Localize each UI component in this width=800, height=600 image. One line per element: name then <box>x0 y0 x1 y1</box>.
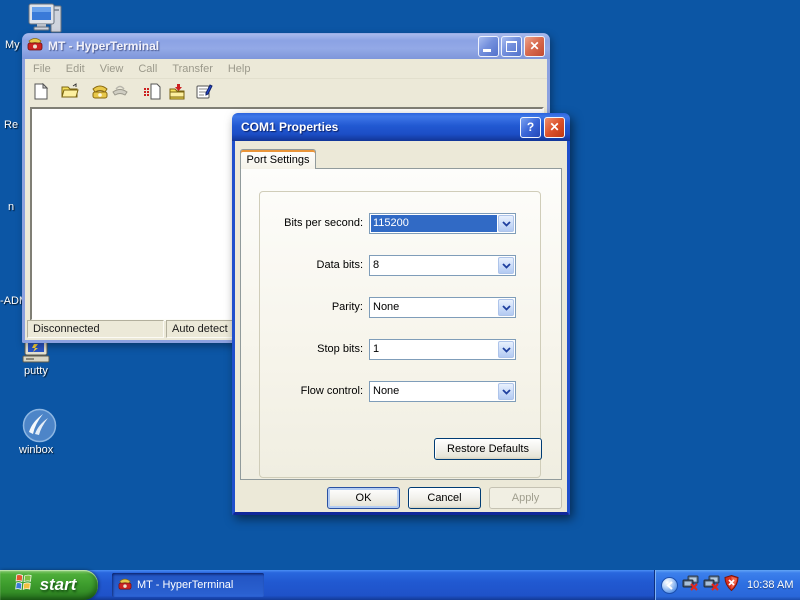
chevron-down-icon[interactable] <box>498 257 514 274</box>
task-button-label: MT - HyperTerminal <box>137 579 234 591</box>
maximize-button[interactable] <box>501 35 522 57</box>
taskbar: start MT - HyperTerminal 10:38 AM <box>0 570 800 600</box>
putty-label[interactable]: putty <box>24 365 48 377</box>
field-row: Flow control: None <box>241 381 561 402</box>
winbox-label[interactable]: winbox <box>19 444 53 456</box>
bits-per-second-select[interactable]: 115200 <box>369 213 516 234</box>
stop-bits-select[interactable]: 1 <box>369 339 516 360</box>
open-folder-icon[interactable] <box>61 83 79 101</box>
minimize-button[interactable] <box>478 35 499 57</box>
chevron-down-icon[interactable] <box>498 341 514 358</box>
field-row: Data bits: 8 <box>241 255 561 276</box>
close-icon: ✕ <box>529 39 540 53</box>
clock: 10:38 AM <box>747 579 794 591</box>
restore-defaults-button[interactable]: Restore Defaults <box>434 438 542 460</box>
flow-control-label: Flow control: <box>300 385 363 397</box>
start-button[interactable]: start <box>0 570 98 600</box>
close-icon: ✕ <box>549 120 560 134</box>
send-text-icon[interactable] <box>143 83 161 101</box>
combo-value: None <box>373 385 400 397</box>
field-row: Stop bits: 1 <box>241 339 561 360</box>
combo-value: 115200 <box>371 215 497 232</box>
maximize-icon <box>506 40 517 52</box>
chevron-left-icon <box>665 580 673 590</box>
system-tray: 10:38 AM <box>654 570 800 600</box>
hyperterminal-titlebar[interactable]: MT - HyperTerminal ✕ <box>22 33 550 59</box>
apply-button: Apply <box>489 487 562 509</box>
new-document-icon[interactable] <box>33 82 51 101</box>
start-label: start <box>39 575 77 594</box>
desktop-icon-label-n[interactable]: n <box>8 201 14 213</box>
windows-flag-icon <box>14 572 35 598</box>
menubar: File Edit View Call Transfer Help <box>25 59 547 79</box>
combo-value: 8 <box>373 259 380 271</box>
help-button[interactable]: ? <box>520 116 541 138</box>
phone-icon <box>27 36 43 56</box>
chevron-down-icon[interactable] <box>498 215 514 232</box>
combo-value: 1 <box>373 343 380 355</box>
status-connection: Disconnected <box>27 320 164 338</box>
tab-port-settings[interactable]: Port Settings <box>240 149 316 169</box>
properties-icon[interactable] <box>195 83 213 101</box>
call-phone-icon[interactable] <box>91 83 109 101</box>
dialog-title: COM1 Properties <box>241 120 339 134</box>
menu-item-transfer[interactable]: Transfer <box>172 63 213 75</box>
network-disconnected-icon[interactable] <box>703 575 720 596</box>
dialog-close-button[interactable]: ✕ <box>544 116 565 138</box>
stop-bits-label: Stop bits: <box>317 343 363 355</box>
bits-per-second-label: Bits per second: <box>284 217 363 229</box>
menu-item-edit[interactable]: Edit <box>66 63 85 75</box>
menu-item-call[interactable]: Call <box>138 63 157 75</box>
settings-groupbox <box>259 191 541 478</box>
cancel-button[interactable]: Cancel <box>408 487 481 509</box>
flow-control-select[interactable]: None <box>369 381 516 402</box>
my-computer-label[interactable]: My <box>5 39 20 51</box>
phone-icon <box>118 577 132 593</box>
desktop-icon-label-re[interactable]: Re <box>4 119 18 131</box>
parity-label: Parity: <box>331 301 363 313</box>
task-button-hyperterminal[interactable]: MT - HyperTerminal <box>112 573 264 597</box>
dialog-body: Port Settings Bits per second: 115200 Da… <box>232 141 570 515</box>
close-button[interactable]: ✕ <box>524 35 545 57</box>
menu-item-file[interactable]: File <box>33 63 51 75</box>
dialog-titlebar[interactable]: COM1 Properties ? ✕ <box>232 113 570 141</box>
tray-collapse-button[interactable] <box>661 576 678 594</box>
field-row: Bits per second: 115200 <box>241 213 561 234</box>
question-icon: ? <box>526 120 535 134</box>
data-bits-select[interactable]: 8 <box>369 255 516 276</box>
menu-item-view[interactable]: View <box>100 63 124 75</box>
network-disconnected-icon[interactable] <box>682 575 699 596</box>
field-row: Parity: None <box>241 297 561 318</box>
combo-value: None <box>373 301 400 313</box>
port-settings-page: Bits per second: 115200 Data bits: 8 Par… <box>240 168 562 480</box>
window-title: MT - HyperTerminal <box>48 39 160 53</box>
security-shield-icon[interactable] <box>724 574 739 596</box>
chevron-down-icon[interactable] <box>498 383 514 400</box>
toolbar <box>25 79 547 106</box>
menu-item-help[interactable]: Help <box>228 63 251 75</box>
parity-select[interactable]: None <box>369 297 516 318</box>
chevron-down-icon[interactable] <box>498 299 514 316</box>
com1-properties-dialog: COM1 Properties ? ✕ Port Settings Bits p… <box>232 113 570 515</box>
minimize-icon <box>483 48 491 52</box>
receive-file-icon[interactable] <box>168 83 186 101</box>
ok-button[interactable]: OK <box>327 487 400 509</box>
data-bits-label: Data bits: <box>316 259 363 271</box>
hangup-phone-icon[interactable] <box>111 83 129 101</box>
winbox-icon[interactable] <box>22 408 57 448</box>
